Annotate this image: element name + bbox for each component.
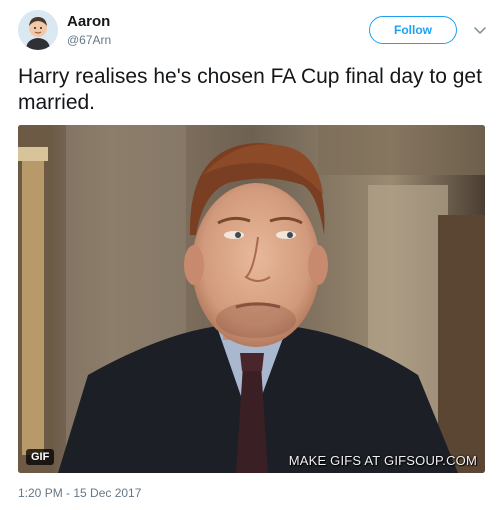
avatar[interactable] <box>18 10 58 50</box>
author-name[interactable]: Aaron <box>67 13 110 30</box>
tweet-media-gif[interactable]: GIF MAKE GIFS AT GIFSOUP.COM <box>18 125 485 473</box>
tweet-card: Aaron @67Arn Follow Harry realises he's … <box>0 0 500 510</box>
follow-button[interactable]: Follow <box>369 16 457 44</box>
cartoon-avatar-icon <box>18 10 58 50</box>
gif-watermark: MAKE GIFS AT GIFSOUP.COM <box>288 453 477 468</box>
tweet-text: Harry realises he's chosen FA Cup final … <box>18 65 482 114</box>
tweet-timestamp[interactable]: 1:20 PM - 15 Dec 2017 <box>18 486 141 500</box>
gif-badge: GIF <box>26 449 55 465</box>
chevron-down-icon[interactable] <box>472 22 488 38</box>
gif-frame-image <box>18 125 485 473</box>
author-handle[interactable]: @67Arn <box>67 33 111 47</box>
